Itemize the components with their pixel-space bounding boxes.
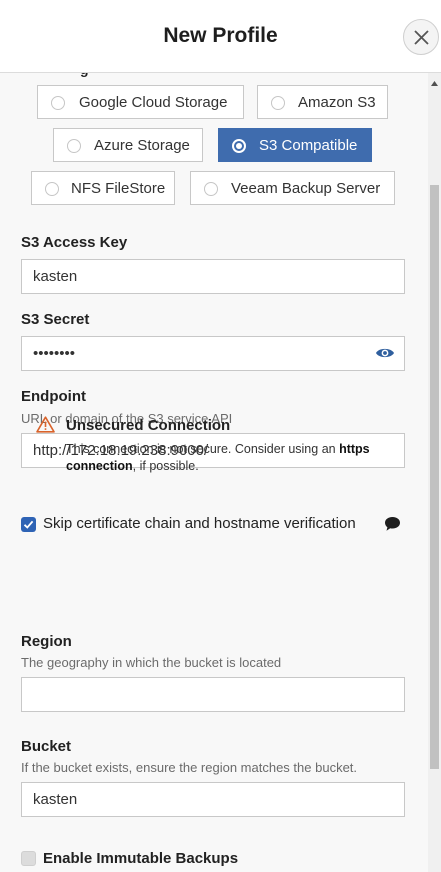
radio-selected-icon: [232, 139, 246, 153]
skip-verification-label[interactable]: Skip certificate chain and hostname veri…: [43, 515, 356, 532]
scroll-up-arrow-icon[interactable]: [431, 81, 438, 86]
option-azure-storage[interactable]: Azure Storage: [53, 128, 203, 162]
warning-text: This connection is not secure. Consider …: [66, 441, 406, 475]
scrollbar[interactable]: [428, 73, 441, 872]
region-input[interactable]: [21, 677, 405, 712]
show-password-icon[interactable]: [375, 346, 395, 360]
warning-text-part: , if possible.: [132, 459, 199, 473]
option-label: Azure Storage: [94, 137, 190, 154]
option-veeam-backup-server[interactable]: Veeam Backup Server: [190, 171, 395, 205]
region-help: The geography in which the bucket is loc…: [21, 655, 282, 670]
bucket-input[interactable]: [21, 782, 405, 817]
access-key-label: S3 Access Key: [21, 234, 128, 251]
radio-icon: [67, 139, 81, 153]
dialog-title: New Profile: [163, 24, 278, 47]
dialog-body[interactable]: g Google Cloud Storage Amazon S3 Azure S…: [0, 73, 428, 872]
skip-verification-checkbox[interactable]: [21, 517, 36, 532]
option-label: NFS FileStore: [71, 180, 166, 197]
radio-icon: [271, 96, 285, 110]
scrollbar-thumb[interactable]: [430, 185, 439, 769]
close-button[interactable]: [403, 19, 439, 55]
immutable-backups-checkbox[interactable]: [21, 851, 36, 866]
option-nfs-filestore[interactable]: NFS FileStore: [31, 171, 175, 205]
radio-icon: [51, 96, 65, 110]
bucket-label: Bucket: [21, 738, 72, 755]
close-icon: [414, 30, 429, 45]
checkmark-icon: [23, 520, 34, 529]
option-label: Veeam Backup Server: [231, 180, 381, 197]
comment-icon[interactable]: [384, 516, 401, 532]
endpoint-label: Endpoint: [21, 388, 86, 405]
secret-input[interactable]: [21, 336, 405, 371]
option-amazon-s3[interactable]: Amazon S3: [257, 85, 388, 119]
radio-icon: [204, 182, 218, 196]
warning-title: Unsecured Connection: [66, 417, 231, 434]
option-label: Amazon S3: [298, 94, 376, 111]
region-label: Region: [21, 633, 72, 650]
option-label: S3 Compatible: [259, 137, 358, 154]
warning-icon: [36, 416, 55, 433]
secret-label: S3 Secret: [21, 311, 90, 328]
dialog-header: New Profile: [0, 0, 441, 73]
storage-type-label: g: [80, 73, 89, 77]
bucket-help: If the bucket exists, ensure the region …: [21, 760, 358, 775]
option-s3-compatible[interactable]: S3 Compatible: [218, 128, 372, 162]
warning-text-part: This connection is not secure. Consider …: [66, 442, 340, 456]
option-google-cloud-storage[interactable]: Google Cloud Storage: [37, 85, 244, 119]
immutable-backups-label[interactable]: Enable Immutable Backups: [43, 850, 238, 867]
access-key-input[interactable]: [21, 259, 405, 294]
radio-icon: [45, 182, 59, 196]
option-label: Google Cloud Storage: [79, 94, 228, 111]
